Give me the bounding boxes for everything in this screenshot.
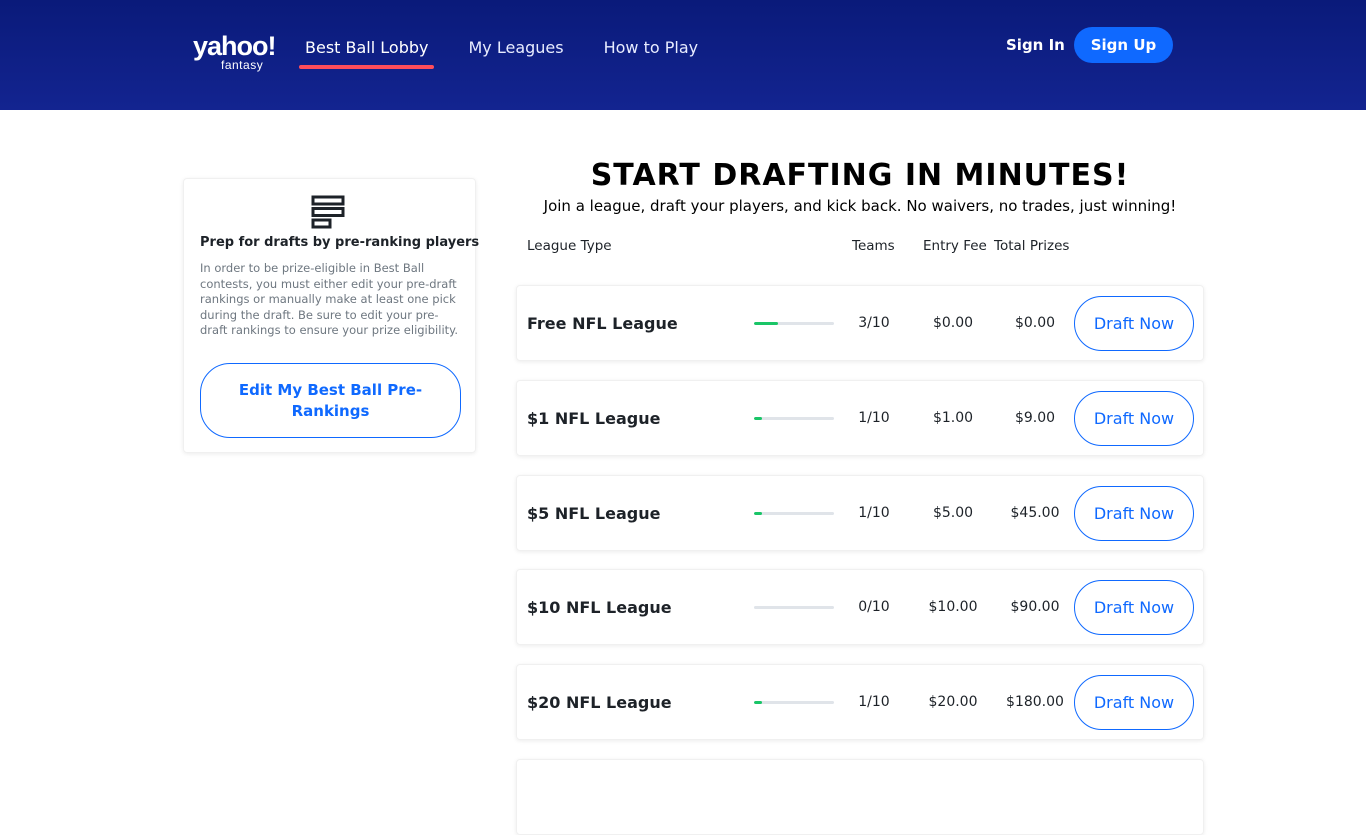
draft-now-button[interactable]: Draft Now xyxy=(1074,486,1194,541)
league-name: Free NFL League xyxy=(527,314,678,333)
teams-progress-bar xyxy=(754,417,834,420)
total-prizes: $90.00 xyxy=(1010,599,1060,615)
teams-progress-fill xyxy=(754,322,778,325)
pre-ranking-card: Prep for drafts by pre-ranking players I… xyxy=(183,178,480,453)
draft-now-button[interactable]: Draft Now xyxy=(1074,580,1194,635)
total-prizes: $45.00 xyxy=(1010,505,1060,521)
league-row: $20 NFL League 1/10 $20.00 $180.00 Draft… xyxy=(516,664,1204,740)
draft-now-button[interactable]: Draft Now xyxy=(1074,675,1194,730)
entry-fee: $5.00 xyxy=(932,505,974,521)
league-row: $10 NFL League 0/10 $10.00 $90.00 Draft … xyxy=(516,569,1204,645)
nav-my-leagues[interactable]: My Leagues xyxy=(462,38,569,69)
prep-card-title: Prep for drafts by pre-ranking players xyxy=(200,235,480,250)
page-title: START DRAFTING IN MINUTES! xyxy=(590,158,1130,193)
teams-progress-bar xyxy=(754,701,834,704)
league-name: $20 NFL League xyxy=(527,693,672,712)
draft-now-button[interactable]: Draft Now xyxy=(1074,391,1194,446)
logo-wordmark: yahoo! xyxy=(193,31,277,61)
teams-count: 1/10 xyxy=(858,694,890,710)
teams-count: 0/10 xyxy=(858,599,890,615)
nav-best-ball-lobby[interactable]: Best Ball Lobby xyxy=(299,38,435,69)
sign-in-link[interactable]: Sign In xyxy=(1006,36,1065,54)
column-header-teams: Teams xyxy=(852,238,895,254)
league-row-partial xyxy=(516,759,1204,835)
list-icon xyxy=(311,195,345,229)
main-nav: Best Ball Lobby My Leagues How to Play xyxy=(299,38,732,69)
league-row: $5 NFL League 1/10 $5.00 $45.00 Draft No… xyxy=(516,475,1204,551)
teams-count: 3/10 xyxy=(858,315,890,331)
total-prizes: $0.00 xyxy=(1014,315,1056,331)
nav-how-to-play[interactable]: How to Play xyxy=(598,38,705,69)
page-subtitle: Join a league, draft your players, and k… xyxy=(543,197,1177,215)
prep-card-description: In order to be prize-eligible in Best Ba… xyxy=(200,261,458,337)
column-header-total-prizes: Total Prizes xyxy=(994,238,1070,254)
teams-progress-fill xyxy=(754,512,762,515)
total-prizes: $9.00 xyxy=(1014,410,1056,426)
entry-fee: $10.00 xyxy=(928,599,978,615)
league-name: $10 NFL League xyxy=(527,598,672,617)
teams-progress-bar xyxy=(754,606,834,609)
teams-progress-bar xyxy=(754,322,834,325)
site-header: yahoo! fantasy Best Ball Lobby My League… xyxy=(0,0,1366,110)
league-row: Free NFL League 3/10 $0.00 $0.00 Draft N… xyxy=(516,285,1204,361)
teams-count: 1/10 xyxy=(858,410,890,426)
league-row: $1 NFL League 1/10 $1.00 $9.00 Draft Now xyxy=(516,380,1204,456)
column-header-entry-fee: Entry Fee xyxy=(923,238,987,254)
entry-fee: $20.00 xyxy=(928,694,978,710)
entry-fee: $1.00 xyxy=(932,410,974,426)
teams-progress-bar xyxy=(754,512,834,515)
teams-count: 1/10 xyxy=(858,505,890,521)
entry-fee: $0.00 xyxy=(932,315,974,331)
total-prizes: $180.00 xyxy=(1006,694,1064,710)
draft-now-button[interactable]: Draft Now xyxy=(1074,296,1194,351)
sign-up-button[interactable]: Sign Up xyxy=(1074,27,1173,63)
teams-progress-fill xyxy=(754,701,762,704)
teams-progress-fill xyxy=(754,417,762,420)
league-name: $5 NFL League xyxy=(527,504,661,523)
league-name: $1 NFL League xyxy=(527,409,661,428)
column-header-league-type: League Type xyxy=(527,238,612,254)
yahoo-fantasy-logo[interactable]: yahoo! fantasy xyxy=(193,31,277,72)
edit-pre-rankings-button[interactable]: Edit My Best Ball Pre-Rankings xyxy=(200,363,461,438)
